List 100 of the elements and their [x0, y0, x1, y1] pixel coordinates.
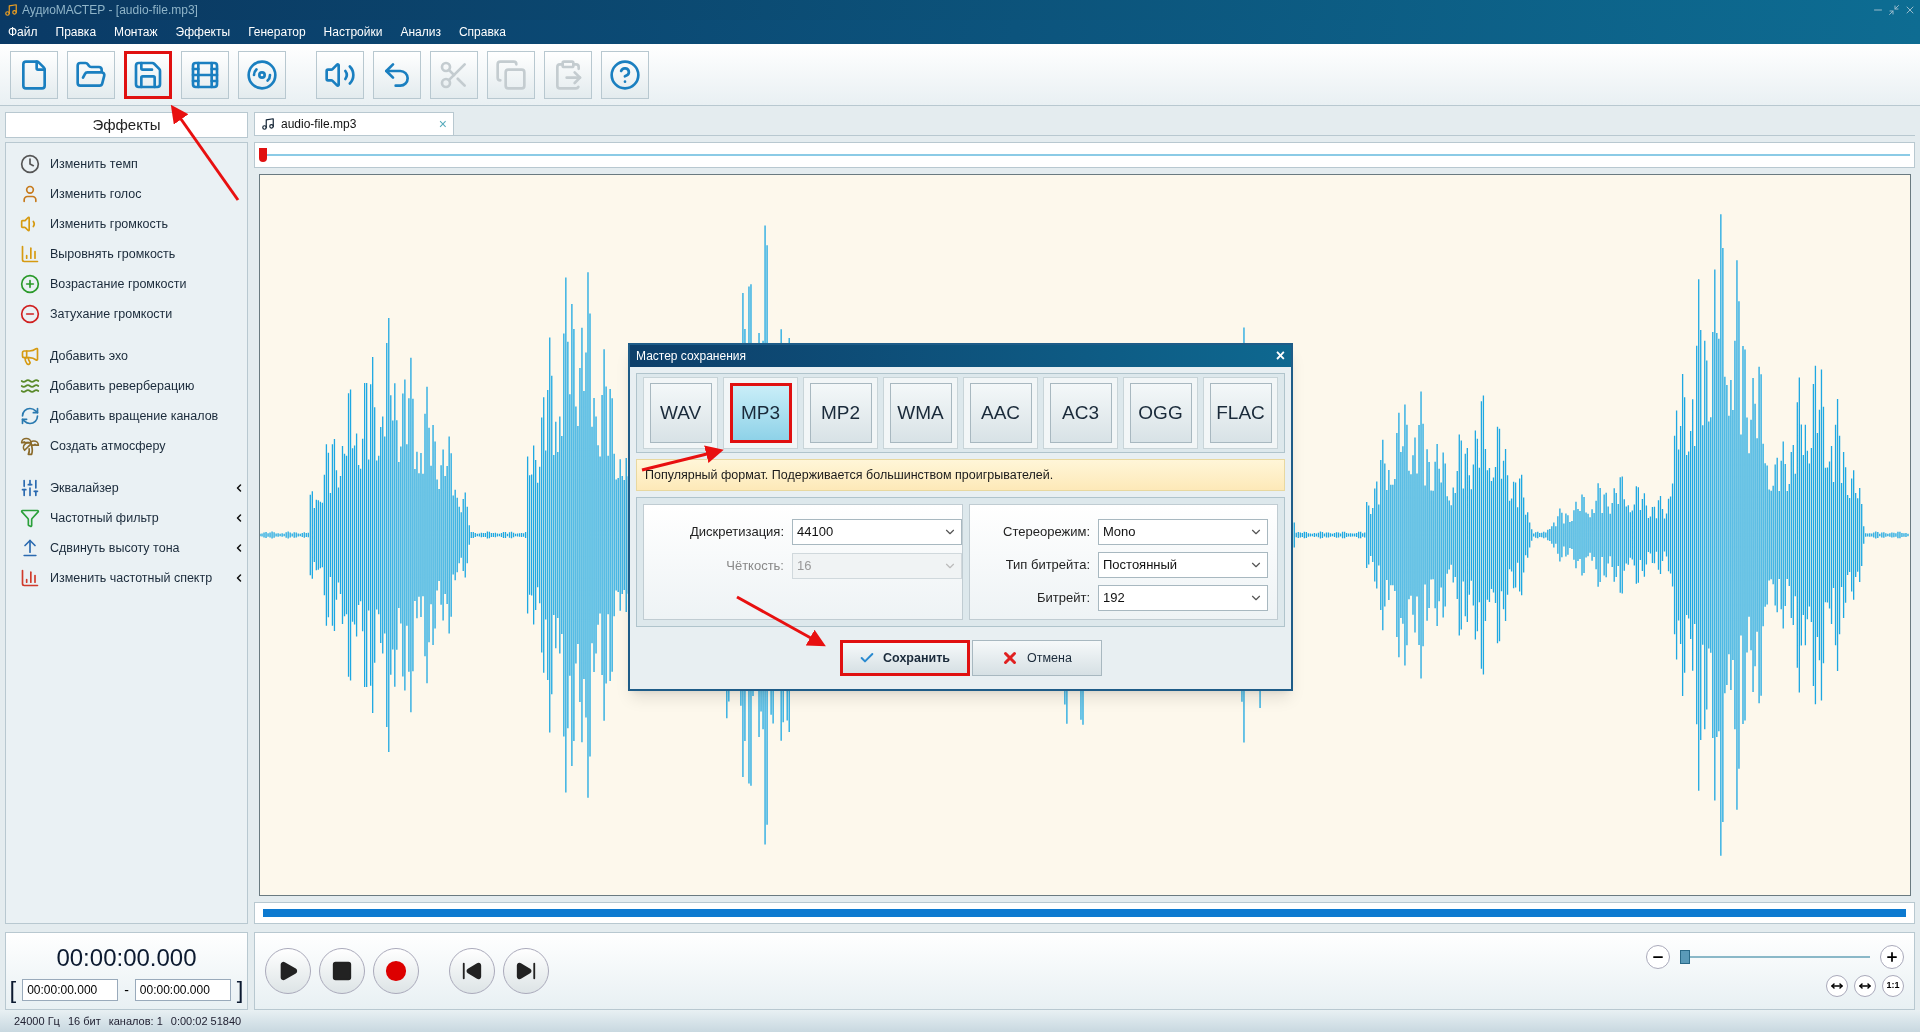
music-note-icon — [261, 117, 275, 131]
current-time: 00:00:00.000 — [56, 943, 197, 973]
waves-icon — [20, 376, 40, 396]
toolbar-button[interactable] — [124, 50, 172, 99]
dropdown-field[interactable]: Mono — [1098, 519, 1268, 545]
toolbar-button[interactable] — [238, 50, 286, 99]
format-button[interactable]: MP3 — [729, 383, 792, 443]
effect-item[interactable]: Выровнять громкость — [6, 239, 247, 269]
effect-item[interactable]: Частотный фильтр — [6, 503, 247, 533]
copy-icon — [495, 58, 527, 91]
toolbar-button[interactable] — [181, 50, 229, 99]
effect-item[interactable]: Изменить частотный спектр — [6, 563, 247, 593]
save-button[interactable]: Сохранить — [839, 640, 970, 676]
effect-item[interactable]: Сдвинуть высоту тона — [6, 533, 247, 563]
format-button[interactable]: MP2 — [809, 383, 872, 443]
zoom-out-button[interactable] — [1646, 945, 1670, 969]
double-arrow-icon — [1831, 980, 1843, 992]
format-button[interactable]: AC3 — [1049, 383, 1112, 443]
clock-icon — [20, 154, 40, 174]
format-button[interactable]: AAC — [969, 383, 1032, 443]
menu-item[interactable]: Справка — [458, 23, 507, 41]
forward-button[interactable] — [503, 948, 549, 994]
dropdown-field[interactable]: 192 — [1098, 585, 1268, 611]
toolbar-button[interactable] — [373, 50, 421, 99]
playhead-marker[interactable] — [259, 148, 267, 162]
rotate-arrows-icon — [20, 406, 40, 426]
record-button[interactable] — [373, 948, 419, 994]
actual-size-button[interactable]: 1:1 — [1882, 975, 1904, 997]
app-icon — [4, 3, 18, 17]
effect-item[interactable]: Затухание громкости — [6, 299, 247, 329]
menu-item[interactable]: Генератор — [248, 23, 306, 41]
skip-back-icon — [461, 960, 483, 982]
palm-tree-icon — [20, 436, 40, 456]
format-button[interactable]: FLAC — [1209, 383, 1272, 443]
file-tab[interactable]: audio-file.mp3 × — [254, 112, 454, 135]
range-dash: - — [124, 980, 129, 1000]
toolbar-button[interactable] — [601, 50, 649, 99]
effect-item[interactable]: Изменить темп — [6, 149, 247, 179]
format-button[interactable]: OGG — [1129, 383, 1192, 443]
field-label: Дискретизация: — [688, 523, 784, 542]
dialog-close-button[interactable]: × — [1275, 348, 1285, 364]
menu-item[interactable]: Эффекты — [175, 23, 231, 41]
effect-item[interactable]: Изменить голос — [6, 179, 247, 209]
field-label: Битрейт: — [1035, 589, 1090, 608]
funnel-icon — [20, 508, 40, 528]
dialog-title: Мастер сохранения — [636, 348, 747, 365]
toolbar-button[interactable] — [10, 50, 58, 99]
format-hint: Популярный формат. Подерживается большинством проигрывателей. — [636, 459, 1285, 491]
end-time-field[interactable]: 00:00:00.000 — [134, 979, 231, 1001]
equalizer-icon — [20, 478, 40, 498]
help-icon — [609, 58, 641, 91]
effect-item[interactable]: Добавить вращение каналов — [6, 401, 247, 431]
plus-icon — [1885, 950, 1899, 964]
rewind-button[interactable] — [449, 948, 495, 994]
toolbar-button[interactable] — [316, 50, 364, 99]
effect-item[interactable]: Добавить реверберацию — [6, 371, 247, 401]
format-button[interactable]: WAV — [649, 383, 712, 443]
status-text: 16 бит — [67, 1013, 101, 1029]
start-time-field[interactable]: 00:00:00.000 — [22, 979, 119, 1001]
restore-icon[interactable] — [1888, 4, 1900, 16]
bracket: [ — [9, 978, 17, 1002]
effect-item[interactable]: Изменить громкость — [6, 209, 247, 239]
fit-selection-button[interactable] — [1854, 975, 1876, 997]
menu-item[interactable]: Монтаж — [114, 23, 158, 41]
person-icon — [20, 184, 40, 204]
dropdown-field[interactable]: Постоянный — [1098, 552, 1268, 578]
field-label: Чёткость: — [725, 557, 784, 576]
level-bars-icon — [20, 244, 40, 264]
plus-icon — [20, 274, 40, 294]
up-arrow-icon — [20, 538, 40, 558]
field-label: Стереорежим: — [1002, 523, 1090, 542]
menu-item[interactable]: Правка — [55, 23, 97, 41]
menu-item[interactable]: Файл — [8, 23, 38, 41]
slider-thumb[interactable] — [1680, 950, 1690, 964]
cancel-button[interactable]: Отмена — [971, 640, 1102, 676]
window-title: АудиоМАСТЕР - [audio-file.mp3] — [22, 2, 198, 19]
field-label: Тип битрейта: — [1004, 556, 1090, 575]
disc-icon — [246, 58, 278, 91]
zoom-slider[interactable] — [1680, 950, 1870, 964]
dropdown-field[interactable]: 44100 — [792, 519, 962, 545]
play-button[interactable] — [265, 948, 311, 994]
menu-item[interactable]: Анализ — [400, 23, 441, 41]
fit-width-button[interactable] — [1826, 975, 1848, 997]
stop-button[interactable] — [319, 948, 365, 994]
record-icon — [385, 960, 407, 982]
effect-item[interactable]: Эквалайзер — [6, 473, 247, 503]
menu-item[interactable]: Настройки — [323, 23, 383, 41]
status-text: 0:00:02 51840 — [170, 1013, 242, 1029]
status-text: каналов: 1 — [108, 1013, 163, 1029]
effect-item[interactable]: Создать атмосферу — [6, 431, 247, 461]
toolbar-button[interactable] — [67, 50, 115, 99]
scrollbar[interactable] — [263, 909, 1906, 917]
minus-icon — [20, 304, 40, 324]
zoom-in-button[interactable] — [1880, 945, 1904, 969]
effect-item[interactable]: Возрастание громкости — [6, 269, 247, 299]
close-icon[interactable] — [1904, 4, 1916, 16]
bar-chart-icon — [20, 568, 40, 588]
stop-icon — [331, 960, 353, 982]
format-button[interactable]: WMA — [889, 383, 952, 443]
effect-item[interactable]: Добавить эхо — [6, 341, 247, 371]
